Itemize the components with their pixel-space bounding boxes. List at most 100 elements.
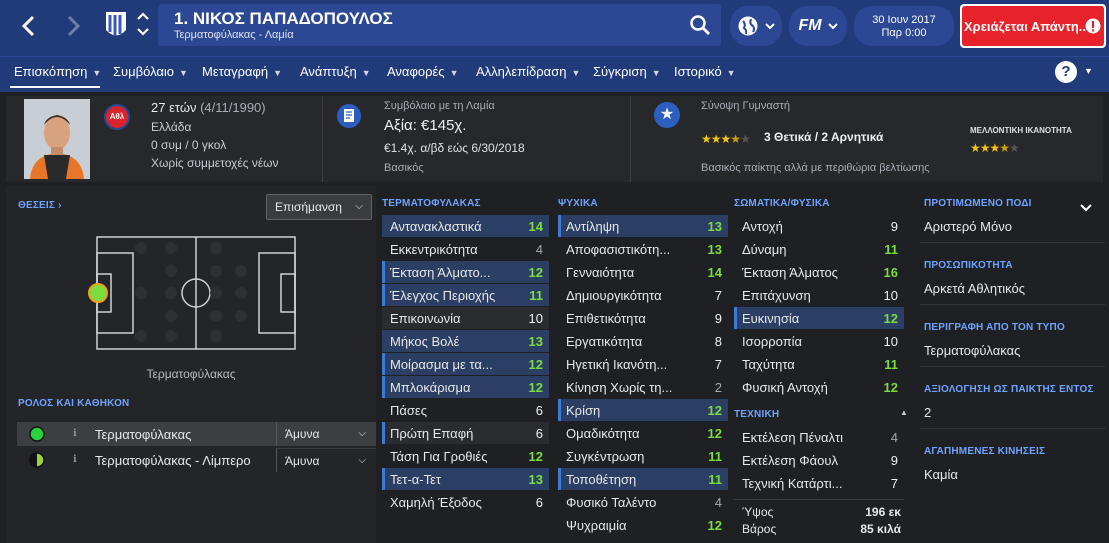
tab-overview[interactable]: Επισκόπηση ▼ (10, 64, 101, 88)
attribute-name: Κρίση (566, 402, 601, 418)
attribute-row[interactable]: Επιτάχυνση 10 (734, 284, 904, 306)
star-badge-icon: ★ (654, 102, 680, 128)
attribute-value: 12 (528, 448, 543, 464)
attribute-row[interactable]: Μήκος Βολέ 13 (382, 330, 549, 352)
attribute-row[interactable]: Μοίρασμα με τα... 12 (382, 353, 549, 375)
player-age-line: 27 ετών (4/11/1990) (151, 100, 266, 115)
attribute-name: Συγκέντρωση (566, 448, 645, 464)
help-icon[interactable]: ? (1055, 61, 1077, 83)
attribute-row[interactable]: Φυσική Αντοχή 12 (734, 376, 904, 398)
tab-history[interactable]: Ιστορικό ▼ (674, 64, 736, 79)
search-icon[interactable] (689, 14, 711, 36)
attribute-row[interactable]: Κίνηση Χωρίς τη... 2 (558, 376, 728, 398)
attribute-value: 8 (714, 333, 722, 349)
info-label: ΠΕΡΙΓΡΑΦΗ ΑΠΟ ΤΟΝ ΤΥΠΟ (924, 322, 1065, 333)
tab-reports[interactable]: Αναφορές ▼ (387, 64, 459, 79)
mental-attributes-label: ΨΥΧΙΚΑ (558, 198, 598, 209)
info-icon[interactable]: ℹ (73, 454, 77, 465)
attribute-row[interactable]: Εργατικότητα 8 (558, 330, 728, 352)
attribute-row[interactable]: Πάσες 6 (382, 399, 549, 421)
attribute-value: 6 (535, 494, 543, 510)
player-youth-caps: Χωρίς συμμετοχές νέων (151, 156, 279, 170)
attribute-value: 11 (884, 241, 898, 257)
fm-menu-button[interactable]: FM (789, 6, 847, 46)
attribute-row[interactable]: Δημιουργικότητα 7 (558, 284, 728, 306)
attribute-name: Ψυχραιμία (566, 517, 627, 533)
weight-label: Βάρος (742, 522, 777, 536)
attribute-value: 12 (883, 310, 898, 326)
attribute-name: Πρώτη Επαφή (390, 425, 474, 441)
attribute-value: 12 (883, 379, 898, 395)
attribute-row[interactable]: Συγκέντρωση 11 (558, 445, 728, 467)
collapse-icon[interactable]: ▲ (900, 408, 908, 417)
attribute-row[interactable]: Χαμηλή Έξοδος 6 (382, 491, 549, 513)
attribute-row[interactable]: Εκκεντρικότητα 4 (382, 238, 549, 260)
attribute-row[interactable]: Φυσικό Ταλέντο 4 (558, 491, 728, 513)
attribute-row[interactable]: Εκτέλεση Πέναλτι 4 (734, 426, 904, 448)
attribute-row[interactable]: Τοποθέτηση 11 (558, 468, 728, 490)
help-chevron-icon[interactable]: ▼ (1084, 66, 1093, 76)
attribute-row[interactable]: Επιθετικότητα 9 (558, 307, 728, 329)
info-label: ΑΓΑΠΗΜΕΝΕΣ ΚΙΝΗΣΕΙΣ (924, 446, 1046, 457)
gk-position-marker (88, 283, 108, 303)
attribute-value: 12 (707, 402, 722, 418)
attribute-row[interactable]: Τεχνική Κατάρτι... 7 (734, 472, 904, 494)
highlight-dropdown[interactable]: Επισήμανση ⌵ (266, 194, 372, 220)
tab-transfer[interactable]: Μεταγραφή ▼ (202, 64, 282, 79)
attribute-row[interactable]: Ηγετική Ικανότη... 7 (558, 353, 728, 375)
attribute-row[interactable]: Κρίση 12 (558, 399, 728, 421)
attribute-name: Αντίληψη (566, 218, 620, 234)
date-continue-button[interactable]: 30 Ιουν 2017 Παρ 0:00 (854, 6, 954, 46)
player-switch-arrows[interactable] (136, 10, 150, 45)
attribute-row[interactable]: Ταχύτητα 11 (734, 353, 904, 375)
attribute-name: Χαμηλή Έξοδος (390, 494, 482, 510)
attribute-row[interactable]: Αντανακλαστικά 14 (382, 215, 549, 237)
weight-value: 85 κιλά (860, 522, 901, 536)
tab-contract[interactable]: Συμβόλαιο ▼ (113, 64, 188, 79)
attribute-row[interactable]: Πρώτη Επαφή 6 (382, 422, 549, 444)
tab-development[interactable]: Ανάπτυξη ▼ (300, 64, 371, 79)
attribute-row[interactable]: Αποφασιστικότη... 13 (558, 238, 728, 260)
alert-button[interactable]: Χρειάζεται Απάντη... (960, 4, 1106, 48)
duty-dropdown[interactable]: Άμυνα ⌵ (276, 448, 376, 472)
globe-icon (738, 16, 758, 36)
attribute-row[interactable]: Έκταση Άλματος 16 (734, 261, 904, 283)
player-title-box: 1. ΝΙΚΟΣ ΠΑΠΑΔΟΠΟΥΛΟΣ Τερματοφύλακας - Λ… (158, 4, 721, 46)
world-menu-button[interactable] (730, 6, 782, 46)
duty-value: Άμυνα (285, 454, 320, 468)
attribute-row[interactable]: Έλεγχος Περιοχής 11 (382, 284, 549, 306)
attribute-row[interactable]: Δύναμη 11 (734, 238, 904, 260)
attribute-row[interactable]: Αντίληψη 13 (558, 215, 728, 237)
attribute-row[interactable]: Επικοινωνία 10 (382, 307, 549, 329)
attribute-row[interactable]: Τετ-α-Τετ 13 (382, 468, 549, 490)
attribute-row[interactable]: Ψυχραιμία 12 (558, 514, 728, 536)
attribute-value: 9 (714, 310, 722, 326)
attribute-row[interactable]: Τάση Για Γροθιές 12 (382, 445, 549, 467)
tab-comparison[interactable]: Σύγκριση ▼ (593, 64, 661, 79)
attribute-row[interactable]: Έκταση Άλματο... 12 (382, 261, 549, 283)
attribute-row[interactable]: Ισορροπία 10 (734, 330, 904, 352)
back-button[interactable] (10, 10, 46, 42)
role-row[interactable]: ℹ Τερματοφύλακας Άμυνα ⌵ (17, 422, 376, 446)
chevron-down-icon: ⌵ (358, 428, 366, 439)
tab-interaction[interactable]: Αλληλεπίδραση ▼ (476, 64, 580, 79)
attribute-row[interactable]: Εκτέλεση Φάουλ 9 (734, 449, 904, 471)
attribute-name: Δημιουργικότητα (566, 287, 662, 303)
attribute-row[interactable]: Ευκινησία 12 (734, 307, 904, 329)
attribute-row[interactable]: Αντοχή 9 (734, 215, 904, 237)
chevron-down-icon[interactable] (1079, 203, 1093, 213)
duty-dropdown[interactable]: Άμυνα ⌵ (276, 422, 376, 446)
attribute-value: 7 (714, 356, 722, 372)
attribute-row[interactable]: Ομαδικότητα 12 (558, 422, 728, 444)
player-value: Αξία: €145χ. (384, 117, 467, 134)
summary-panel: Αθλ 27 ετών (4/11/1990) Ελλάδα 0 συμ / 0… (6, 96, 1103, 182)
attribute-name: Αντανακλαστικά (390, 218, 482, 234)
role-row[interactable]: ℹ Τερματοφύλακας - Λίμπερο Άμυνα ⌵ (17, 448, 376, 472)
club-crest-icon[interactable] (103, 10, 129, 42)
info-icon[interactable]: ℹ (73, 428, 77, 439)
forward-button[interactable] (56, 10, 92, 42)
attribute-row[interactable]: Γενναιότητα 14 (558, 261, 728, 283)
positions-label[interactable]: ΘΕΣΕΙΣ › (18, 200, 62, 211)
attribute-value: 10 (528, 310, 543, 326)
attribute-row[interactable]: Μπλοκάρισμα 12 (382, 376, 549, 398)
